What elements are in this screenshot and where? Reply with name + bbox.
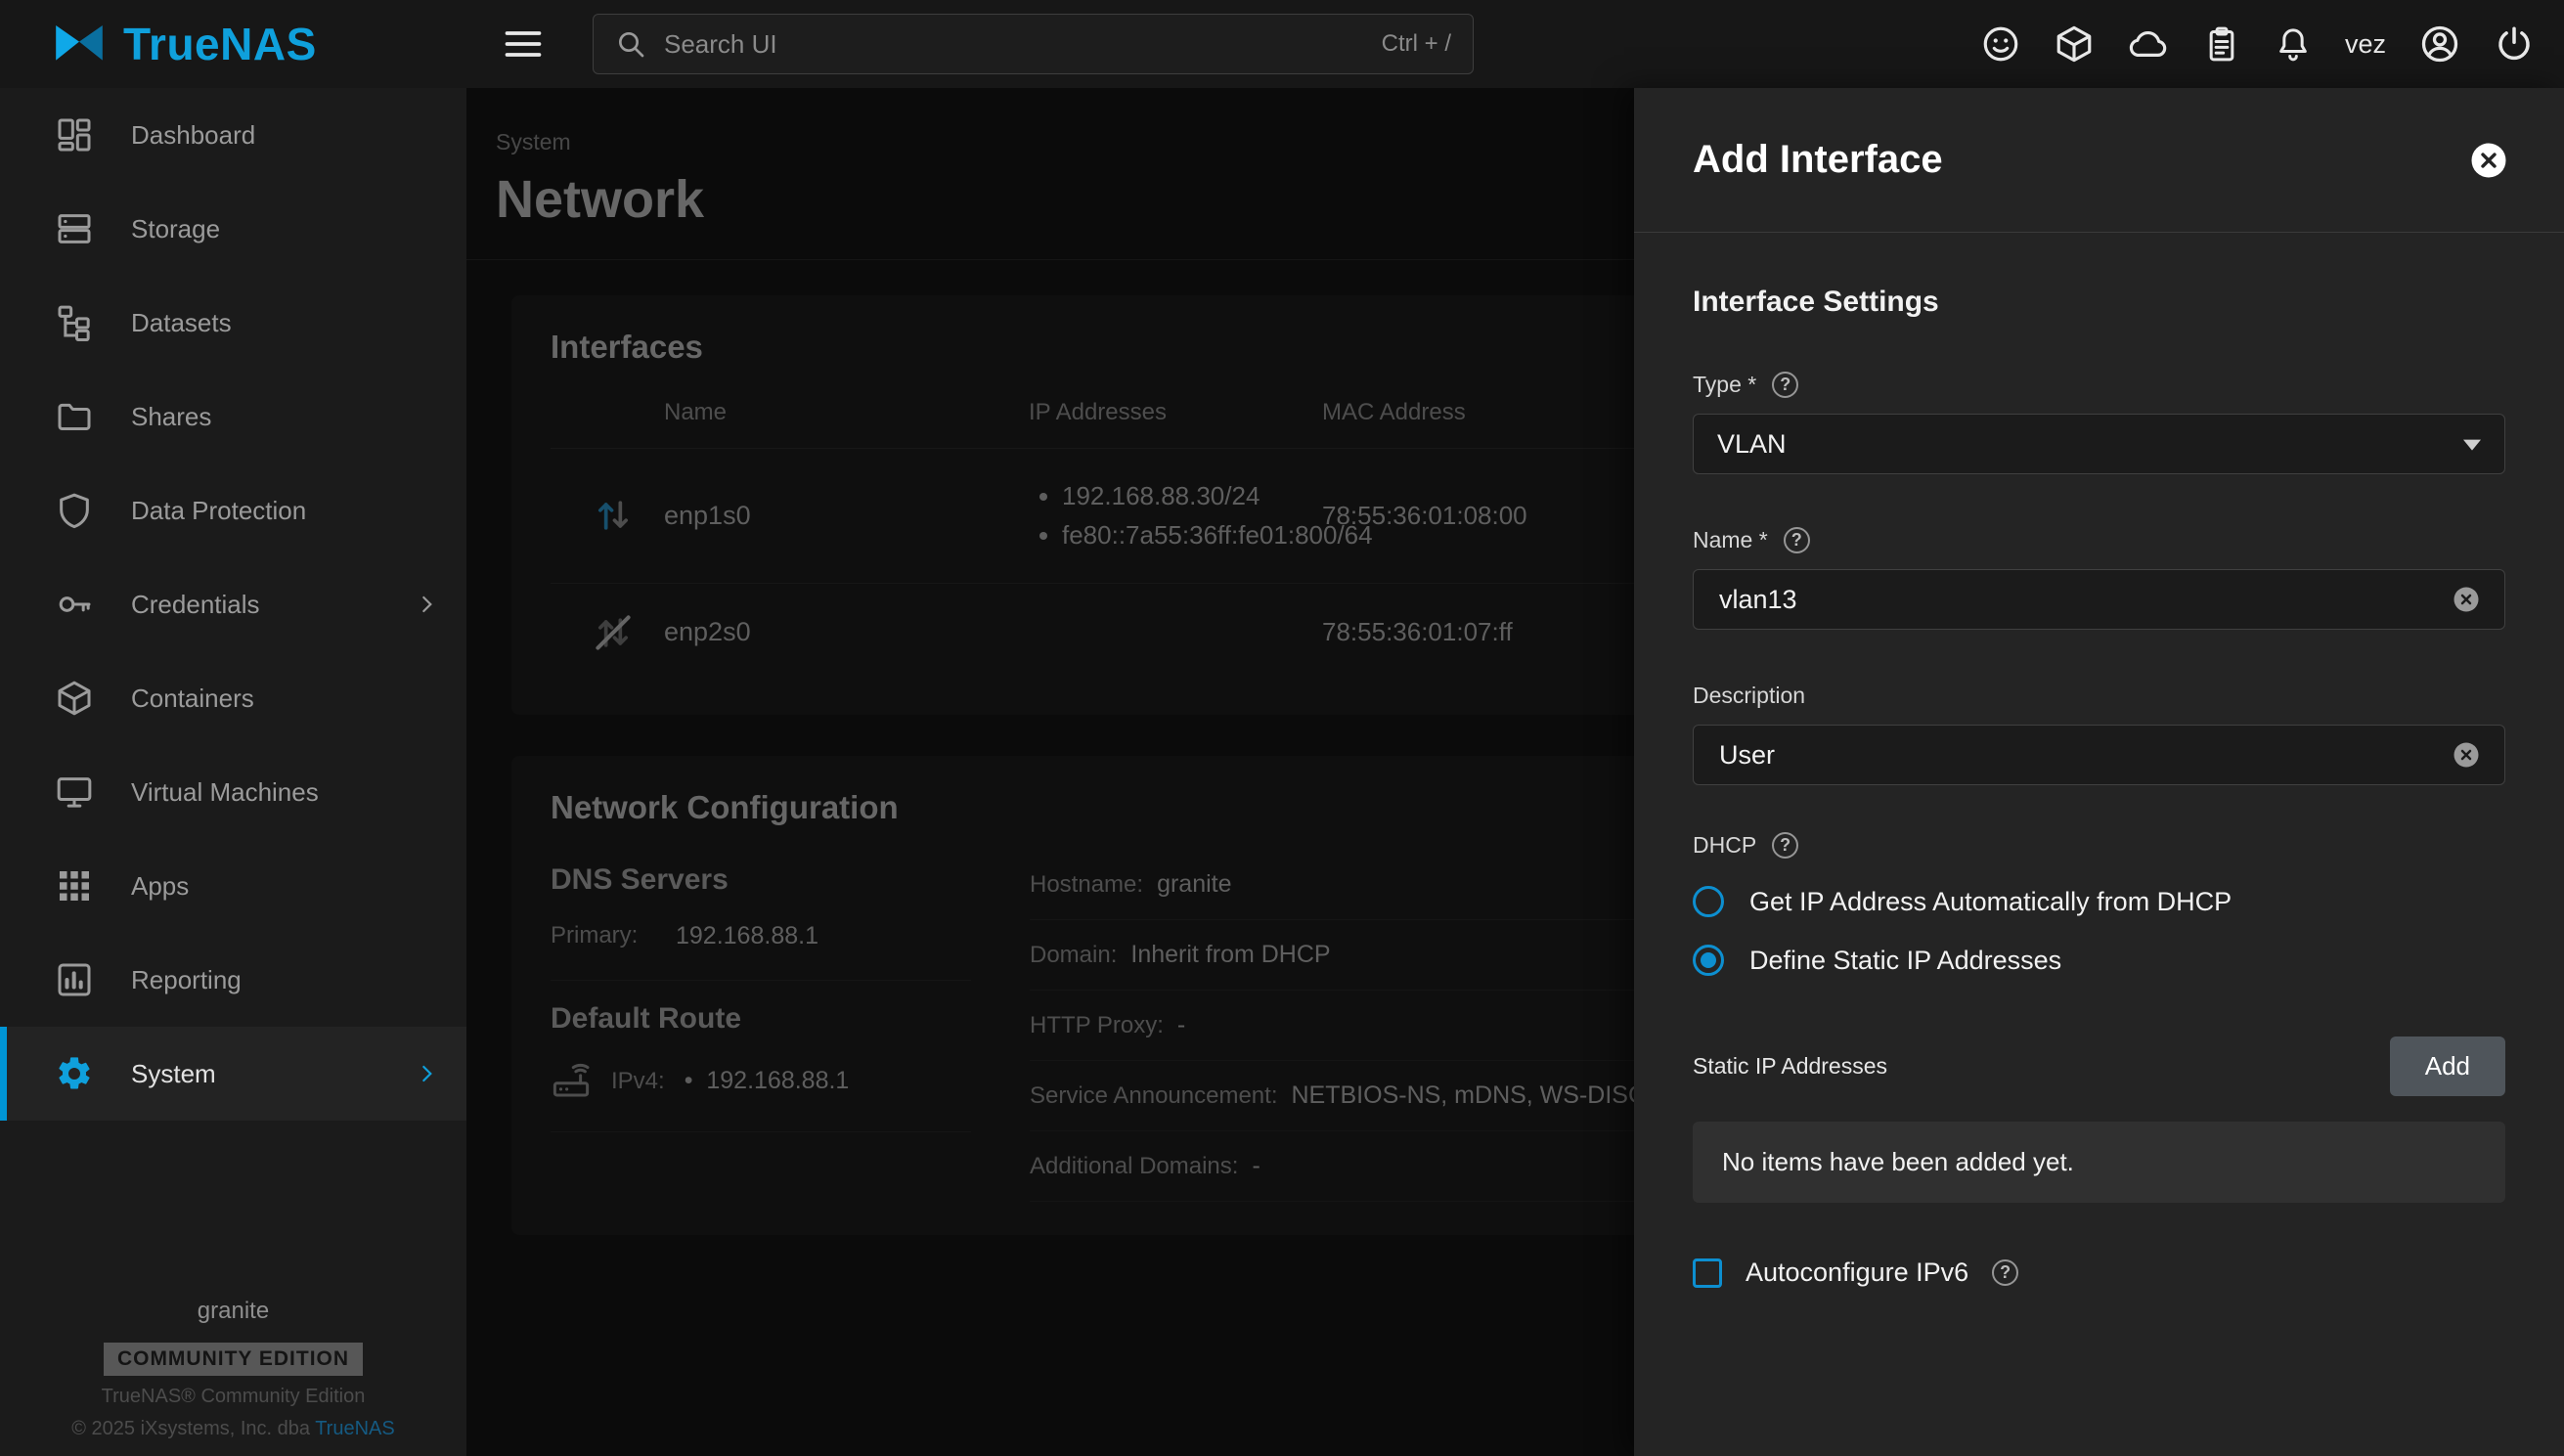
interface-settings-heading: Interface Settings [1693, 286, 2505, 319]
sidebar-item-shares[interactable]: Shares [0, 370, 466, 463]
radio-checked-icon [1693, 945, 1724, 976]
shares-folder-icon [55, 397, 94, 436]
dashboard-icon [55, 115, 94, 154]
type-field-label-row: Type * ? [1693, 372, 2505, 398]
vm-monitor-icon [55, 772, 94, 812]
sidebar-item-storage[interactable]: Storage [0, 182, 466, 276]
name-label: Name * [1693, 527, 1768, 553]
sidebar-item-label: Data Protection [131, 496, 306, 526]
static-ip-label: Static IP Addresses [1693, 1053, 1887, 1080]
ipv6-help-icon[interactable]: ? [1992, 1259, 2018, 1286]
jobs-clipboard-icon[interactable] [2202, 23, 2241, 65]
sidebar-item-dashboard[interactable]: Dashboard [0, 88, 466, 182]
description-input[interactable] [1717, 739, 2438, 772]
directory-services-cloud-icon[interactable] [2127, 23, 2170, 65]
sidebar-item-system[interactable]: System [0, 1027, 466, 1121]
type-help-icon[interactable]: ? [1772, 372, 1798, 398]
ipv6-checkbox[interactable] [1693, 1258, 1722, 1288]
sidebar-item-data-protection[interactable]: Data Protection [0, 463, 466, 557]
name-field-label-row: Name * ? [1693, 527, 2505, 553]
name-help-icon[interactable]: ? [1784, 527, 1810, 553]
shield-icon [55, 491, 94, 530]
global-search[interactable]: Ctrl + / [593, 14, 1474, 74]
description-input-box [1693, 725, 2505, 785]
sidebar-item-label: Dashboard [131, 120, 255, 151]
feedback-icon[interactable] [1980, 23, 2021, 65]
type-label: Type * [1693, 372, 1756, 398]
user-menu-avatar-icon[interactable] [2418, 22, 2461, 66]
sidebar-item-label: Reporting [131, 965, 242, 995]
clear-name-icon[interactable] [2452, 585, 2481, 614]
type-select-value: VLAN [1717, 429, 1787, 460]
sidebar-item-label: Containers [131, 684, 254, 714]
type-select[interactable]: VLAN [1693, 414, 2505, 474]
sidebar-item-label: Virtual Machines [131, 777, 319, 808]
sidebar-item-reporting[interactable]: Reporting [0, 933, 466, 1027]
search-icon [615, 28, 646, 60]
add-static-ip-button[interactable]: Add [2390, 1037, 2505, 1096]
alerts-bell-icon[interactable] [2274, 23, 2313, 65]
chevron-right-icon [414, 1061, 439, 1086]
sidebar-item-credentials[interactable]: Credentials [0, 557, 466, 651]
sidebar-item-label: System [131, 1059, 216, 1089]
menu-toggle-icon[interactable] [502, 22, 545, 66]
close-icon[interactable] [2468, 140, 2509, 181]
product-line: TrueNAS® Community Edition [0, 1386, 466, 1408]
power-icon[interactable] [2494, 23, 2535, 65]
datasets-tree-icon [55, 303, 94, 342]
search-shortcut: Ctrl + / [1382, 30, 1451, 58]
sidebar-footer: granite COMMUNITY EDITION TrueNAS® Commu… [0, 1298, 466, 1440]
sidebar-item-datasets[interactable]: Datasets [0, 276, 466, 370]
name-input[interactable] [1717, 584, 2438, 616]
containers-box-icon [55, 679, 94, 718]
sidebar-item-containers[interactable]: Containers [0, 651, 466, 745]
description-field-label-row: Description [1693, 683, 2505, 709]
static-ip-row: Static IP Addresses Add [1693, 1037, 2505, 1096]
top-bar: TrueNAS Ctrl + / [0, 0, 2564, 88]
truenas-app: TrueNAS Ctrl + / [0, 0, 2564, 1456]
sidebar-item-label: Storage [131, 214, 220, 244]
logo-text: TrueNAS [123, 18, 317, 70]
radio-static-option[interactable]: Define Static IP Addresses [1693, 945, 2505, 976]
copyright-line: © 2025 iXsystems, Inc. dba TrueNAS [0, 1418, 466, 1440]
sidebar-item-label: Shares [131, 402, 211, 432]
key-icon [55, 585, 94, 624]
sidebar-item-label: Credentials [131, 590, 260, 620]
panel-title: Add Interface [1693, 138, 1943, 182]
chevron-right-icon [414, 592, 439, 617]
chevron-down-icon [2463, 440, 2481, 460]
dhcp-label: DHCP [1693, 832, 1756, 859]
sidebar-item-virtual-machines[interactable]: Virtual Machines [0, 745, 466, 839]
gear-icon [55, 1054, 94, 1093]
autoconfigure-ipv6-row: Autoconfigure IPv6 ? [1693, 1257, 2505, 1288]
reporting-chart-icon [55, 960, 94, 999]
truenas-link[interactable]: TrueNAS [315, 1418, 395, 1439]
sidebar-nav: Dashboard Storage Datasets Shares Data P [0, 88, 466, 1456]
radio-dhcp-option[interactable]: Get IP Address Automatically from DHCP [1693, 886, 2505, 917]
edition-badge[interactable]: COMMUNITY EDITION [104, 1343, 363, 1376]
radio-unchecked-icon [1693, 886, 1724, 917]
apps-grid-icon [55, 866, 94, 905]
storage-icon [55, 209, 94, 248]
dhcp-help-icon[interactable]: ? [1772, 832, 1798, 859]
description-label: Description [1693, 683, 1805, 709]
username-label[interactable]: vez [2345, 29, 2386, 60]
truenas-logo[interactable]: TrueNAS [0, 18, 466, 70]
truecommand-icon[interactable] [2054, 23, 2095, 65]
search-input[interactable] [662, 28, 1366, 61]
truenas-logo-icon [51, 20, 108, 68]
clear-description-icon[interactable] [2452, 740, 2481, 770]
sidebar-item-apps[interactable]: Apps [0, 839, 466, 933]
ipv6-label: Autoconfigure IPv6 [1746, 1257, 1968, 1288]
static-ip-empty-state: No items have been added yet. [1693, 1122, 2505, 1203]
hostname-label: granite [0, 1298, 466, 1325]
sidebar-item-label: Datasets [131, 308, 232, 338]
add-interface-panel: Add Interface Interface Settings Type * … [1634, 88, 2564, 1456]
name-input-box [1693, 569, 2505, 630]
topbar-actions: vez [1980, 22, 2564, 66]
dhcp-field-label-row: DHCP ? [1693, 832, 2505, 859]
sidebar-item-label: Apps [131, 871, 189, 902]
panel-header: Add Interface [1634, 88, 2564, 233]
